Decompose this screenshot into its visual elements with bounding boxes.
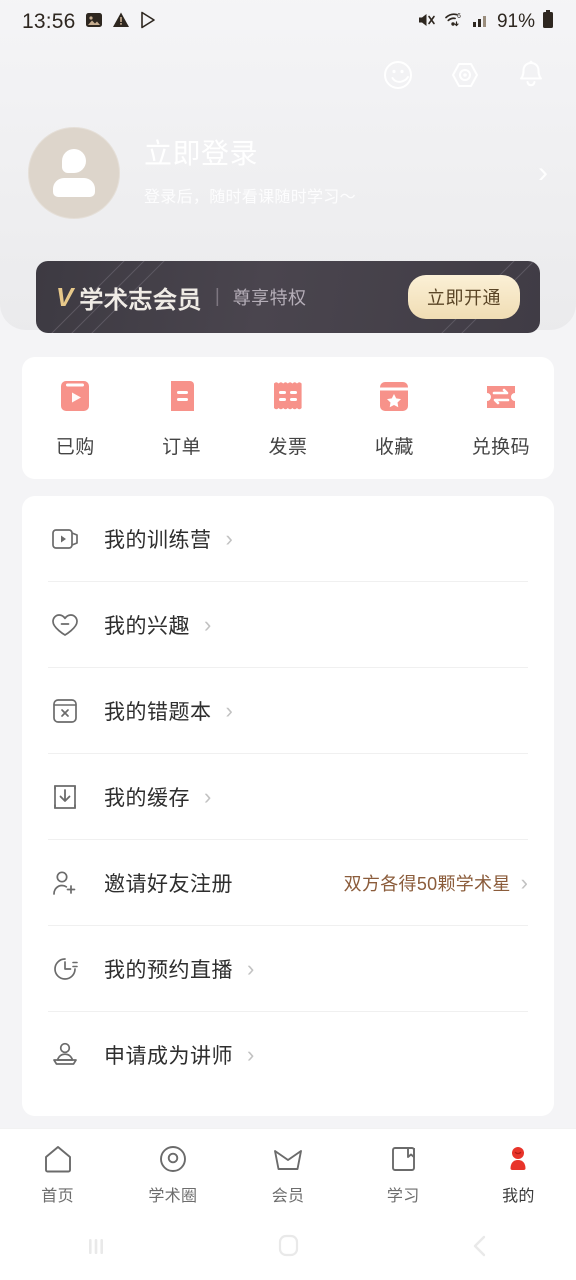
redeem-code-icon	[478, 377, 524, 417]
settings-hexagon-icon[interactable]	[446, 56, 484, 94]
battery-icon	[542, 10, 554, 34]
tab-membership[interactable]: 会员	[230, 1141, 345, 1206]
profile-subtitle: 登录后，随时看课随时学习～	[144, 188, 356, 206]
status-bar-right: 6 91%	[417, 10, 554, 34]
svg-text:6: 6	[457, 13, 461, 20]
home-icon	[41, 1141, 75, 1177]
tab-study[interactable]: 学习	[346, 1141, 461, 1206]
tab-label: 学术圈	[148, 1188, 198, 1205]
invoice-receipt-icon	[265, 377, 311, 417]
chevron-right-icon: ›	[247, 955, 255, 981]
tab-home[interactable]: 首页	[0, 1141, 115, 1206]
signal-icon	[472, 11, 490, 34]
login-profile-row[interactable]: 立即登录 登录后，随时看课随时学习～ ›	[28, 124, 556, 222]
chevron-right-icon: ›	[204, 783, 212, 809]
menu-item-label: 我的缓存	[104, 786, 190, 810]
profile-person-icon	[501, 1141, 535, 1177]
smiley-icon[interactable]	[380, 56, 418, 94]
quick-actions-card: 已购 订单 发票 收藏 兑换码	[22, 357, 554, 479]
image-icon	[85, 11, 103, 34]
menu-item-label: 我的兴趣	[104, 614, 190, 638]
tab-profile[interactable]: 我的	[461, 1141, 576, 1206]
quick-action-label: 已购	[55, 437, 95, 458]
academic-circle-icon	[156, 1141, 190, 1177]
chevron-right-icon: ›	[520, 869, 528, 895]
profile-text: 立即登录 登录后，随时看课随时学习～	[144, 138, 538, 207]
heart-icon	[48, 608, 82, 642]
purchased-play-icon	[52, 377, 98, 417]
quick-action-favorite[interactable]: 收藏	[341, 377, 447, 459]
tab-label: 我的	[502, 1188, 535, 1205]
clock-live-icon	[48, 952, 82, 986]
battery-percent: 91%	[496, 11, 535, 32]
quick-action-order[interactable]: 订单	[128, 377, 234, 459]
menu-item-booked-live[interactable]: 我的预约直播 ›	[48, 926, 528, 1012]
back-button-icon[interactable]	[384, 1231, 576, 1261]
quick-action-redeem[interactable]: 兑换码	[448, 377, 554, 459]
quick-action-purchased[interactable]: 已购	[22, 377, 128, 459]
menu-item-label: 申请成为讲师	[104, 1045, 233, 1068]
quick-action-label: 兑换码	[471, 437, 531, 458]
chevron-right-icon: ›	[225, 525, 233, 551]
menu-item-interests[interactable]: 我的兴趣 ›	[48, 582, 528, 668]
menu-item-label: 我的训练营	[104, 528, 212, 552]
quick-action-invoice[interactable]: 发票	[235, 377, 341, 459]
bottom-tab-bar: 首页 学术圈 会员 学习 我的	[0, 1128, 576, 1212]
menu-item-cache[interactable]: 我的缓存 ›	[48, 754, 528, 840]
wrong-question-book-icon	[48, 694, 82, 728]
tab-label: 首页	[41, 1188, 74, 1205]
chevron-right-icon: ›	[247, 1042, 255, 1067]
chevron-right-icon: ›	[225, 697, 233, 723]
vip-divider: |	[214, 286, 220, 307]
lecturer-icon	[48, 1038, 82, 1072]
tab-label: 会员	[271, 1188, 305, 1205]
menu-item-label: 邀请好友注册	[104, 872, 233, 896]
invite-friend-icon	[48, 866, 82, 900]
vip-logo: V	[56, 281, 74, 312]
status-bar-left: 13:56	[22, 10, 157, 34]
avatar	[28, 127, 120, 219]
play-store-icon	[139, 11, 157, 34]
menu-item-label: 我的错题本	[104, 700, 212, 724]
tab-academic-circle[interactable]: 学术圈	[115, 1141, 230, 1206]
warning-icon	[112, 11, 130, 34]
mute-icon	[417, 11, 437, 34]
menu-item-wrong-questions[interactable]: 我的错题本 ›	[48, 668, 528, 754]
favorite-star-box-icon	[371, 377, 417, 417]
vip-activate-button[interactable]: 立即开通	[408, 275, 520, 319]
page-title: 立即登录	[144, 138, 259, 170]
default-avatar-icon	[48, 147, 100, 199]
menu-list-card: 我的训练营 › 我的兴趣 › 我的错题本 › 我的缓存 › 邀请好友注册 双方各…	[22, 496, 554, 1116]
vip-name: 学术志会员	[79, 286, 202, 314]
bell-icon[interactable]	[512, 56, 550, 94]
chevron-right-icon: ›	[204, 611, 212, 637]
chevron-right-icon[interactable]: ›	[538, 158, 548, 188]
menu-item-become-lecturer[interactable]: 申请成为讲师 ›	[48, 1012, 528, 1098]
quick-action-label: 发票	[268, 437, 308, 458]
download-cache-icon	[48, 780, 82, 814]
menu-item-invite-friend[interactable]: 邀请好友注册 双方各得50颗学术星 ›	[48, 840, 528, 926]
menu-item-label: 我的预约直播	[104, 958, 233, 982]
book-study-icon	[386, 1141, 420, 1177]
recent-apps-icon[interactable]	[0, 1233, 192, 1259]
wifi-icon: 6	[444, 11, 465, 34]
quick-action-label: 收藏	[374, 437, 414, 458]
tab-label: 学习	[386, 1188, 420, 1205]
crown-membership-icon	[270, 1141, 306, 1177]
quick-action-label: 订单	[162, 437, 202, 458]
vip-banner[interactable]: V 学术志会员 | 尊享特权 立即开通	[36, 261, 540, 333]
status-bar: 13:56 6 91%	[0, 0, 576, 44]
training-camp-icon	[48, 522, 82, 556]
status-time: 13:56	[22, 10, 76, 33]
order-document-icon	[159, 377, 205, 417]
menu-item-training-camp[interactable]: 我的训练营 ›	[48, 496, 528, 582]
android-navigation-bar	[0, 1212, 576, 1280]
header-icon-group	[380, 56, 550, 94]
home-button-icon[interactable]	[192, 1231, 384, 1261]
invite-reward-text: 双方各得50颗学术星	[343, 873, 511, 894]
vip-subtitle: 尊享特权	[232, 288, 307, 308]
